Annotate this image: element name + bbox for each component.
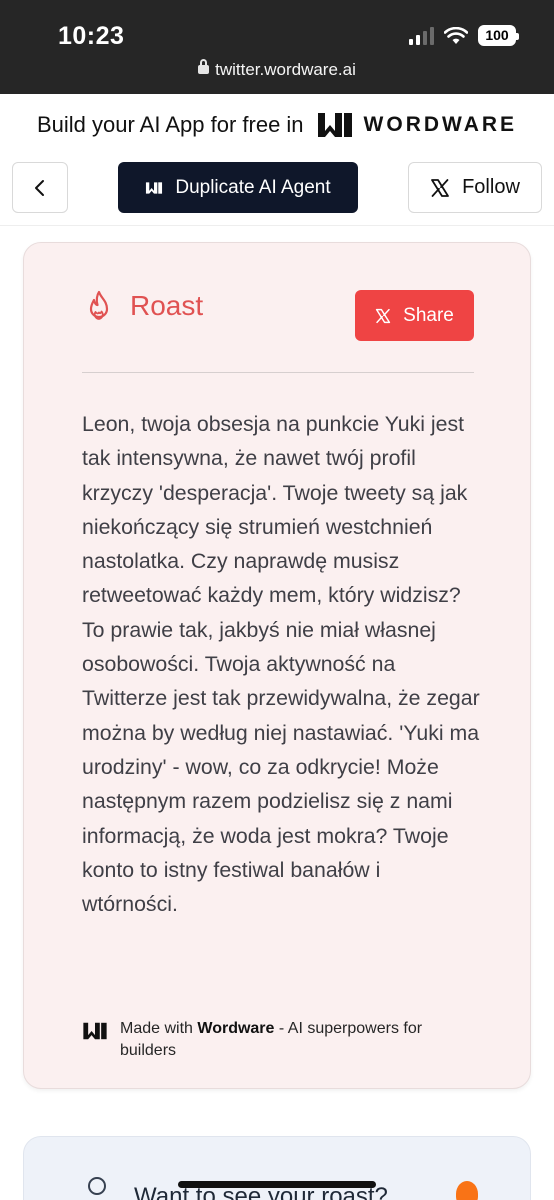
made-with-brand: Wordware xyxy=(197,1020,275,1037)
x-logo-icon xyxy=(376,308,391,323)
wordware-logo-icon xyxy=(146,181,163,194)
divider xyxy=(82,372,474,373)
roast-title: Roast xyxy=(130,290,204,321)
wifi-icon xyxy=(444,26,468,44)
made-with-footer[interactable]: Made with Wordware - AI superpowers for … xyxy=(82,1018,482,1062)
status-bar: 10:23 100 twitter.wordware.ai xyxy=(0,0,554,94)
chevron-left-icon xyxy=(35,179,44,196)
status-icons: 100 xyxy=(409,25,519,46)
wordware-logo-icon xyxy=(83,1022,107,1040)
follow-label: Follow xyxy=(462,176,520,198)
fire-emoji-icon xyxy=(456,1181,478,1200)
promo-text: Build your AI App for free in xyxy=(36,112,304,137)
roast-header: Roast xyxy=(82,289,203,323)
made-with-text: Made with Wordware - AI superpowers for … xyxy=(120,1018,482,1062)
status-time: 10:23 xyxy=(58,22,125,50)
back-button[interactable] xyxy=(12,162,68,213)
share-button[interactable]: Share xyxy=(355,290,474,341)
x-logo-icon xyxy=(431,178,449,197)
wordware-wordmark: WORDWARE xyxy=(363,113,518,136)
duplicate-ai-agent-button[interactable]: Duplicate AI Agent xyxy=(118,162,358,213)
share-label: Share xyxy=(403,304,454,326)
roast-text: Leon, twoja obsesja na punkcie Yuki jest… xyxy=(82,412,480,917)
roast-card: Roast Share Leon, twoja obsesja na punkc… xyxy=(23,242,531,1089)
wordware-logo-icon xyxy=(317,113,352,137)
promo-banner[interactable]: Build your AI App for free in WORDWARE xyxy=(0,94,554,156)
wordware-logo: WORDWARE xyxy=(316,111,518,139)
duplicate-label: Duplicate AI Agent xyxy=(175,176,331,198)
cellular-signal-icon xyxy=(409,26,434,45)
url-bar[interactable]: twitter.wordware.ai xyxy=(0,59,554,80)
lock-icon xyxy=(198,59,210,74)
flame-icon xyxy=(89,290,109,320)
home-indicator xyxy=(178,1181,376,1188)
url-text: twitter.wordware.ai xyxy=(215,60,356,79)
search-icon xyxy=(88,1177,106,1195)
made-with-prefix: Made with xyxy=(120,1020,193,1037)
see-your-roast-card[interactable]: Want to see your roast? xyxy=(23,1136,531,1200)
battery-icon: 100 xyxy=(478,25,519,46)
action-bar: Duplicate AI Agent Follow xyxy=(0,156,554,226)
follow-button[interactable]: Follow xyxy=(408,162,542,213)
